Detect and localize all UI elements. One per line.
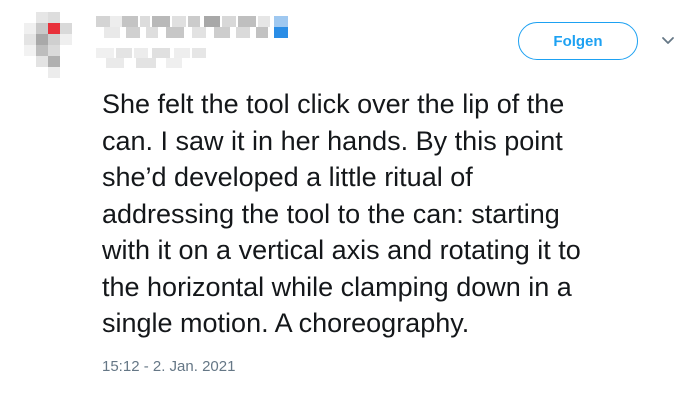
user-handle[interactable] [96, 48, 216, 68]
tweet-timestamp[interactable]: 15:12 - 2. Jan. 2021 [102, 358, 235, 375]
chevron-down-icon[interactable] [660, 35, 676, 47]
follow-button[interactable]: Folgen [518, 22, 638, 60]
display-name[interactable] [96, 16, 296, 42]
tweet-card: Folgen She felt the tool click over the … [0, 0, 700, 405]
avatar[interactable] [24, 12, 84, 78]
tweet-text: She felt the tool click over the lip of … [102, 89, 581, 338]
